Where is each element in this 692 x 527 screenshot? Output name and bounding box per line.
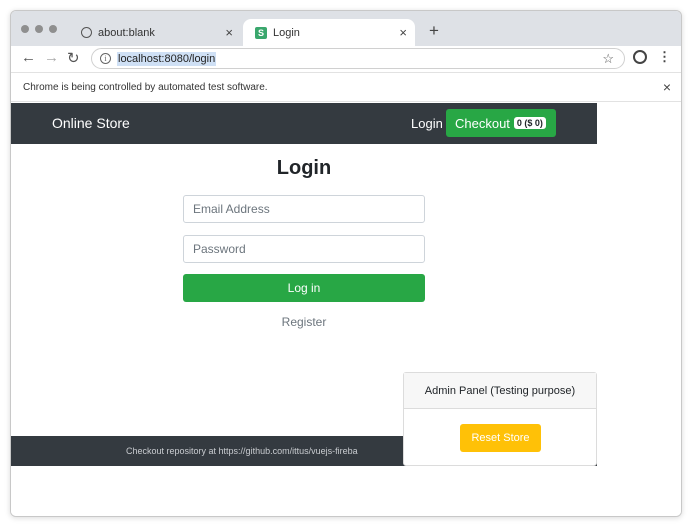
infobar-text: Chrome is being controlled by automated …	[23, 81, 268, 93]
menu-dots-icon[interactable]: ⋮	[658, 49, 671, 65]
s-favicon-icon: S	[255, 26, 267, 39]
reset-store-button[interactable]: Reset Store	[460, 424, 541, 452]
close-tab-icon[interactable]: ×	[399, 25, 407, 40]
minimize-window-dot[interactable]	[35, 25, 43, 33]
login-button[interactable]: Log in	[183, 274, 425, 302]
tab-about-blank[interactable]: about:blank ×	[69, 19, 241, 46]
star-icon[interactable]: ☆	[602, 51, 614, 67]
reload-icon[interactable]: ↻	[67, 49, 80, 67]
info-icon[interactable]: i	[100, 53, 111, 64]
admin-panel: Admin Panel (Testing purpose) Reset Stor…	[403, 372, 597, 466]
address-bar[interactable]: i localhost:8080/login ☆	[91, 48, 625, 69]
login-nav-link[interactable]: Login	[411, 116, 443, 131]
back-arrow-icon[interactable]: ←	[21, 49, 36, 66]
close-window-dot[interactable]	[21, 25, 29, 33]
checkout-button[interactable]: Checkout 0 ($ 0)	[446, 109, 556, 137]
tab-strip: about:blank × S Login × +	[11, 11, 681, 46]
password-field[interactable]	[183, 235, 425, 263]
page-title: Login	[276, 157, 332, 179]
email-field[interactable]	[183, 195, 425, 223]
new-tab-button[interactable]: +	[429, 21, 439, 41]
tab-title: about:blank	[98, 26, 155, 39]
close-icon[interactable]: ×	[663, 79, 671, 95]
cart-badge: 0 ($ 0)	[513, 117, 546, 129]
maximize-window-dot[interactable]	[49, 25, 57, 33]
brand-link[interactable]: Online Store	[52, 115, 130, 131]
register-link[interactable]: Register	[11, 315, 597, 329]
admin-panel-title: Admin Panel (Testing purpose)	[404, 373, 596, 409]
url-text[interactable]: localhost:8080/login	[117, 51, 217, 66]
footer-text[interactable]: Checkout repository at https://github.co…	[126, 446, 358, 456]
browser-window: about:blank × S Login × + ← → ↻ i localh…	[10, 10, 682, 517]
tab-login[interactable]: S Login ×	[243, 19, 415, 46]
store-site: Online Store Login Checkout 0 ($ 0) Logi…	[11, 103, 597, 466]
automation-infobar: Chrome is being controlled by automated …	[11, 72, 681, 102]
forward-arrow-icon[interactable]: →	[44, 49, 59, 66]
checkout-label: Checkout	[455, 115, 510, 131]
globe-icon	[81, 27, 92, 38]
browser-toolbar: ← → ↻ i localhost:8080/login ☆ ⋮	[11, 46, 681, 72]
tab-title: Login	[273, 26, 300, 39]
navbar: Online Store Login Checkout 0 ($ 0)	[11, 103, 597, 144]
close-tab-icon[interactable]: ×	[225, 25, 233, 40]
account-icon[interactable]	[633, 50, 647, 64]
page-content: Online Store Login Checkout 0 ($ 0) Logi…	[11, 103, 681, 516]
